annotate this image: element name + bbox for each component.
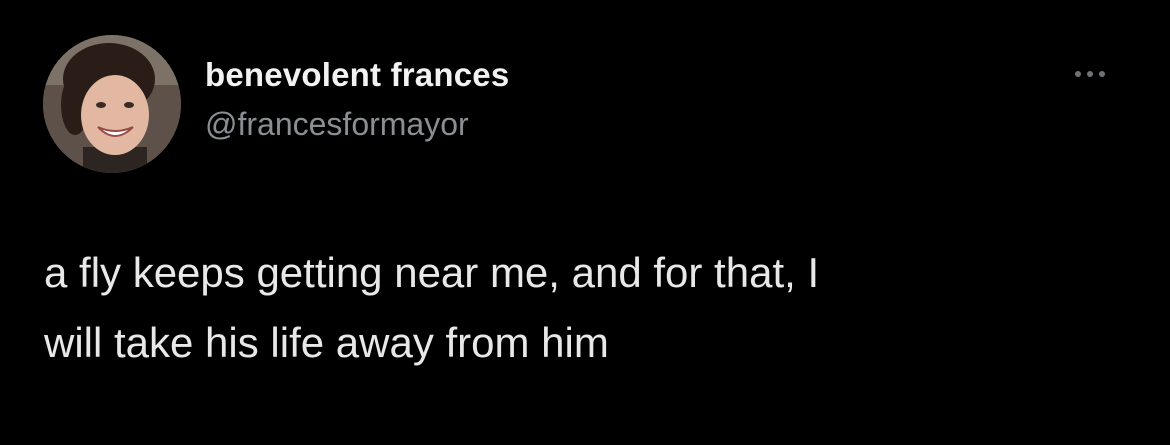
author-avatar[interactable] — [43, 35, 181, 173]
tweet-card: benevolent frances @francesformayor a fl… — [0, 0, 1170, 445]
tweet-text-line: will take his life away from him — [44, 319, 609, 366]
author-handle[interactable]: @francesformayor — [205, 106, 469, 143]
dot-icon — [1087, 71, 1093, 77]
author-display-name[interactable]: benevolent frances — [205, 56, 509, 94]
tweet-text: a fly keeps getting near me, and for tha… — [44, 238, 1134, 378]
dot-icon — [1075, 71, 1081, 77]
dot-icon — [1099, 71, 1105, 77]
avatar-photo-icon — [43, 35, 181, 173]
tweet-text-line: a fly keeps getting near me, and for tha… — [44, 249, 820, 296]
more-options-icon[interactable] — [1066, 62, 1114, 86]
